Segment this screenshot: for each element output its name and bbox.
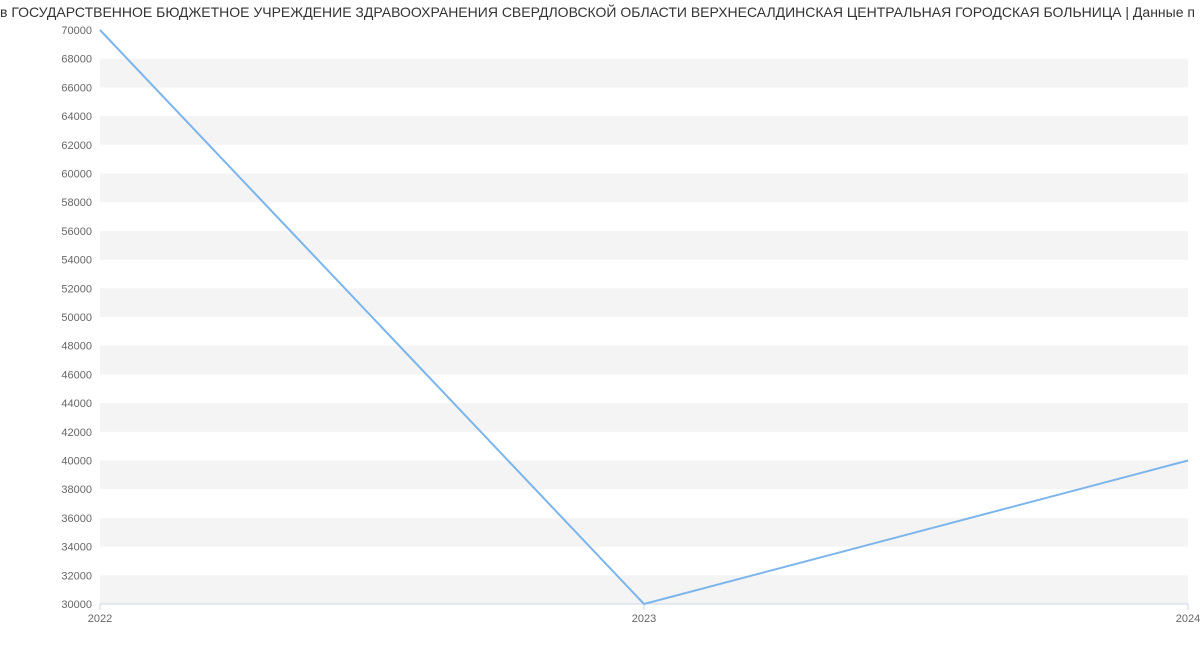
grid-band xyxy=(100,518,1188,547)
y-tick-label: 46000 xyxy=(61,369,92,381)
y-tick-label: 56000 xyxy=(61,226,92,238)
y-tick-label: 60000 xyxy=(61,169,92,181)
y-tick-label: 38000 xyxy=(61,484,92,496)
grid-band xyxy=(100,575,1188,604)
grid-band xyxy=(100,174,1188,203)
y-tick-label: 36000 xyxy=(61,513,92,525)
y-tick-label: 68000 xyxy=(61,54,92,66)
grid-band xyxy=(100,403,1188,432)
y-tick-label: 64000 xyxy=(61,111,92,123)
y-tick-label: 50000 xyxy=(61,312,92,324)
x-tick-label: 2022 xyxy=(88,613,112,625)
y-tick-label: 32000 xyxy=(61,570,92,582)
y-tick-label: 34000 xyxy=(61,542,92,554)
grid-band xyxy=(100,59,1188,88)
y-tick-label: 30000 xyxy=(61,599,92,611)
grid-band xyxy=(100,231,1188,260)
x-tick-label: 2024 xyxy=(1176,613,1200,625)
y-tick-label: 66000 xyxy=(61,82,92,94)
y-tick-label: 54000 xyxy=(61,255,92,267)
grid-band xyxy=(100,116,1188,145)
y-tick-label: 48000 xyxy=(61,341,92,353)
y-tick-label: 70000 xyxy=(61,25,92,37)
chart-area: 30000 32000 34000 36000 38000 40000 42000 44000… xyxy=(0,24,1200,634)
grid-band xyxy=(100,461,1188,490)
grid-band xyxy=(100,288,1188,317)
grid-band xyxy=(100,346,1188,375)
y-tick-label: 42000 xyxy=(61,427,92,439)
y-tick-label: 58000 xyxy=(61,197,92,209)
y-tick-label: 40000 xyxy=(61,456,92,468)
chart-title: в ГОСУДАРСТВЕННОЕ БЮДЖЕТНОЕ УЧРЕЖДЕНИЕ З… xyxy=(0,0,1200,24)
x-tick-label: 2023 xyxy=(632,613,656,625)
y-tick-label: 62000 xyxy=(61,140,92,152)
y-tick-label: 44000 xyxy=(61,398,92,410)
chart-svg: 30000 32000 34000 36000 38000 40000 42000 44000… xyxy=(0,24,1200,634)
y-tick-label: 52000 xyxy=(61,283,92,295)
